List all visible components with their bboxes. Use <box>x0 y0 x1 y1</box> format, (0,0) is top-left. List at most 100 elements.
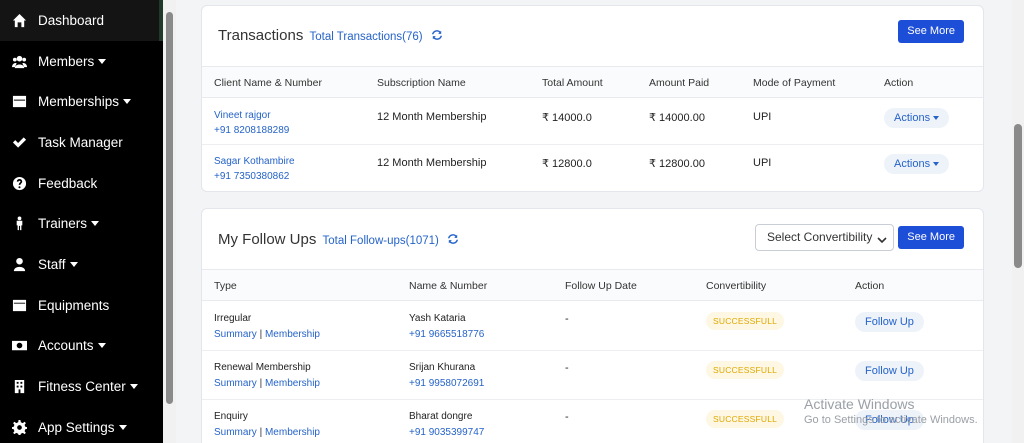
membership-link[interactable]: Membership <box>265 329 320 340</box>
column-header: Action <box>884 77 914 89</box>
main-content: Transactions Total Transactions(76) See … <box>176 0 1012 443</box>
sidebar-item-label: Feedback <box>38 175 98 191</box>
total-followups-link[interactable]: Total Follow-ups(1071) <box>323 235 439 247</box>
membership-link[interactable]: Membership <box>265 427 320 438</box>
transactions-title: Transactions <box>218 27 304 44</box>
page-scroll-thumb[interactable] <box>1014 124 1022 268</box>
column-header: Convertibility <box>706 280 767 292</box>
sidebar-item-task-manager[interactable]: Task Manager <box>0 122 163 163</box>
sidebar-item-label: Memberships <box>38 94 120 110</box>
watermark-subtitle: Go to Settings to activate Windows. <box>804 414 978 426</box>
followups-see-more-button[interactable]: See More <box>898 226 964 249</box>
box-icon <box>11 297 27 313</box>
actions-dropdown-button[interactable]: Actions <box>884 154 950 174</box>
check-icon <box>11 134 27 150</box>
total-amount: ₹ 12800.0 <box>542 158 592 170</box>
sidebar-item-label: App Settings <box>38 419 115 435</box>
table-row: Irregular Summary | Membership Yash Kata… <box>202 302 983 351</box>
sidebar-item-dashboard[interactable]: Dashboard <box>0 0 163 41</box>
caret-down-icon <box>129 384 138 390</box>
table-row: Renewal Membership Summary | Membership … <box>202 351 983 400</box>
sidebar-scrollbar[interactable] <box>163 0 176 443</box>
follow-up-button[interactable]: Follow Up <box>855 312 924 332</box>
watermark-title: Activate Windows <box>804 396 915 412</box>
sidebar-item-label: Staff <box>38 256 66 272</box>
followup-links: Summary | Membership <box>214 427 320 438</box>
users-icon <box>11 53 27 69</box>
sidebar-item-memberships[interactable]: Memberships <box>0 81 163 122</box>
transactions-card: Transactions Total Transactions(76) See … <box>201 5 984 192</box>
refresh-icon[interactable] <box>447 232 459 249</box>
sidebar-scroll-thumb[interactable] <box>166 12 173 404</box>
sidebar-item-accounts[interactable]: Accounts <box>0 326 163 367</box>
page-scrollbar[interactable] <box>1012 0 1024 443</box>
sidebar-item-staff[interactable]: Staff <box>0 244 163 285</box>
status-badge: SUCCESSFULL <box>706 410 785 428</box>
subscription-name: 12 Month Membership <box>377 111 487 123</box>
amount-paid: ₹ 12800.00 <box>649 158 705 170</box>
column-header: Name & Number <box>409 280 488 292</box>
sidebar-item-members[interactable]: Members <box>0 41 163 82</box>
sidebar-item-label: Trainers <box>38 216 88 232</box>
person-icon <box>11 216 27 232</box>
client-phone[interactable]: +91 7350380862 <box>214 171 289 182</box>
transactions-header: Transactions Total Transactions(76) <box>218 27 443 45</box>
activate-windows-watermark: Activate Windows Go to Settings to activ… <box>804 396 978 426</box>
refresh-icon[interactable] <box>431 28 443 45</box>
subscription-name: 12 Month Membership <box>377 157 487 169</box>
chevron-down-icon <box>876 230 888 255</box>
question-icon <box>11 175 27 191</box>
sidebar-item-app-settings[interactable]: App Settings <box>0 407 163 443</box>
sidebar-item-feedback[interactable]: Feedback <box>0 163 163 204</box>
column-header: Follow Up Date <box>565 280 637 292</box>
link-separator: | <box>259 329 263 340</box>
followup-name: Yash Kataria <box>409 313 466 324</box>
membership-link[interactable]: Membership <box>265 378 320 389</box>
sidebar-item-label: Fitness Center <box>38 379 126 395</box>
column-header: Subscription Name <box>377 77 466 89</box>
transactions-see-more-button[interactable]: See More <box>898 20 964 43</box>
caret-down-icon <box>98 58 107 64</box>
table-row: Sagar Kothambire +91 7350380862 12 Month… <box>202 145 983 191</box>
card-icon <box>11 94 27 110</box>
followups-table-header: Type Name & Number Follow Up Date Conver… <box>202 269 983 301</box>
status-badge: SUCCESSFULL <box>706 361 785 379</box>
followup-date: - <box>565 313 569 325</box>
followup-date: - <box>565 411 569 423</box>
followup-phone[interactable]: +91 9035399747 <box>409 427 484 438</box>
client-phone[interactable]: +91 8208188289 <box>214 125 289 136</box>
followup-links: Summary | Membership <box>214 329 320 340</box>
followup-name: Srijan Khurana <box>409 362 476 373</box>
followup-type: Irregular <box>214 313 252 324</box>
summary-link[interactable]: Summary <box>214 378 257 389</box>
followup-name: Bharat dongre <box>409 411 473 422</box>
caret-down-icon <box>123 99 132 105</box>
table-row: Vineet rajgor +91 8208188289 12 Month Me… <box>202 99 983 145</box>
caret-down-icon <box>97 343 106 349</box>
sidebar-item-label: Dashboard <box>38 12 105 28</box>
sidebar-item-trainers[interactable]: Trainers <box>0 203 163 244</box>
followups-header: My Follow Ups Total Follow-ups(1071) <box>218 231 459 249</box>
amount-paid: ₹ 14000.00 <box>649 112 705 124</box>
user-icon <box>11 256 27 272</box>
convertibility-select[interactable]: Select Convertibility <box>755 224 894 251</box>
client-name-link[interactable]: Sagar Kothambire <box>214 156 295 167</box>
followup-phone[interactable]: +91 9665518776 <box>409 329 484 340</box>
total-transactions-link[interactable]: Total Transactions(76) <box>309 31 422 43</box>
sidebar-item-equipments[interactable]: Equipments <box>0 285 163 326</box>
followup-type: Renewal Membership <box>214 362 311 373</box>
summary-link[interactable]: Summary <box>214 329 257 340</box>
client-name-link[interactable]: Vineet rajgor <box>214 110 271 121</box>
followup-links: Summary | Membership <box>214 378 320 389</box>
summary-link[interactable]: Summary <box>214 427 257 438</box>
column-header: Type <box>214 280 237 292</box>
followup-phone[interactable]: +91 9958072691 <box>409 378 484 389</box>
column-header: Mode of Payment <box>753 77 836 89</box>
column-header: Action <box>855 280 885 292</box>
payment-mode: UPI <box>753 157 772 169</box>
sidebar-item-fitness-center[interactable]: Fitness Center <box>0 366 163 407</box>
transactions-table-header: Client Name & Number Subscription Name T… <box>202 66 983 98</box>
payment-mode: UPI <box>753 111 772 123</box>
follow-up-button[interactable]: Follow Up <box>855 361 924 381</box>
actions-dropdown-button[interactable]: Actions <box>884 108 950 128</box>
